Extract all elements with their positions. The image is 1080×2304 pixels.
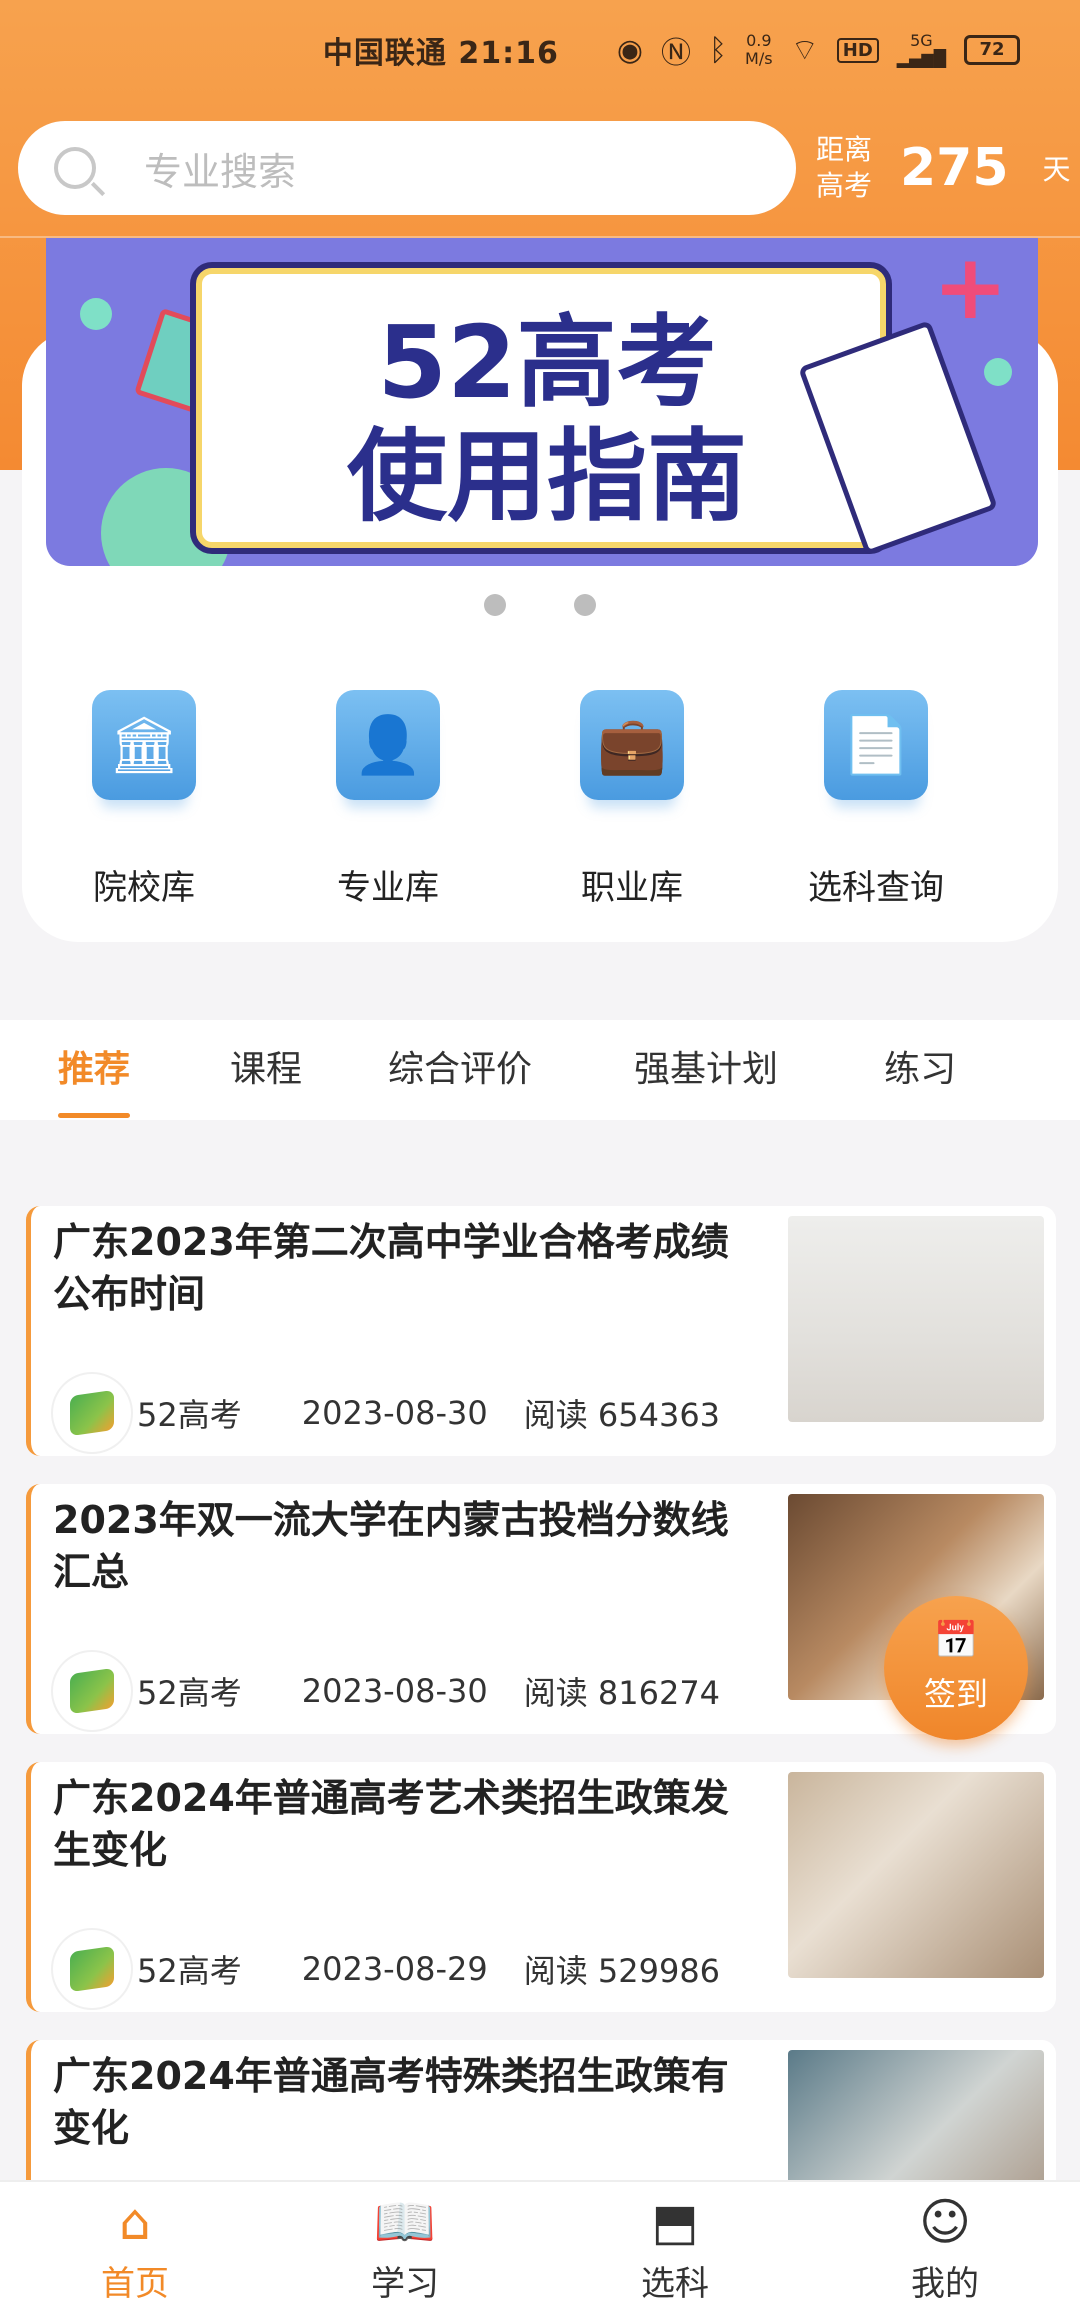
nav-label: 学习 [371,2264,439,2304]
news-card[interactable]: 广东2023年第二次高中学业合格考成绩公布时间 52高考 2023-08-30 … [26,1206,1056,1456]
quick-link-career[interactable]: 💼 职业库 [510,690,754,909]
university-icon: 🏛 [92,690,196,800]
tab-recommend[interactable]: 推荐 [58,1020,131,1120]
signin-label: 签到 [923,1675,988,1713]
news-meta: 52高考 2023-08-29 阅读 529986 [53,1930,720,2008]
news-date: 2023-08-30 [301,1672,488,1710]
news-feed: 广东2023年第二次高中学业合格考成绩公布时间 52高考 2023-08-30 … [26,1206,1056,2304]
pagination-dot[interactable] [484,594,506,616]
news-date: 2023-08-30 [301,1394,488,1432]
news-reads: 阅读 654363 [523,1396,721,1434]
source-avatar [53,1652,131,1730]
hd-badge: HD [836,37,879,63]
eye-icon: ◉ [616,32,644,68]
bottom-nav: ⌂ 首页 📖 学习 ⬒ 选科 ☺ 我的 [0,2180,1080,2304]
decor-dot [80,298,112,330]
carrier-time: 中国联通 21:16 [322,36,559,71]
nav-subject[interactable]: ⬒ 选科 [540,2182,810,2304]
battery-icon: 72 [964,35,1020,65]
news-source: 52高考 [137,1952,242,1990]
news-source: 52高考 [137,1674,242,1712]
signal-icon: 5G ▂▄▆█ [896,31,946,68]
banner-subtitle: 使用指南 [347,418,747,535]
news-meta: 52高考 2023-08-30 阅读 654363 [53,1374,720,1452]
briefcase-icon: 💼 [580,690,684,800]
banner-title: 52高考 [377,304,717,421]
news-title: 广东2024年普通高考艺术类招生政策发生变化 [53,1776,729,1872]
quick-link-major[interactable]: 👤 专业库 [266,690,510,909]
quick-links: 🏛 院校库 👤 专业库 💼 职业库 📄 选科查询 [22,690,1058,909]
category-tabs: 推荐 课程 综合评价 强基计划 练习 [0,1020,1080,1120]
nav-label: 首页 [101,2264,169,2304]
news-meta: 52高考 2023-08-30 阅读 816274 [53,1652,720,1730]
countdown-unit: 天 [1042,153,1071,186]
document-search-icon: 📄 [824,690,928,800]
tab-strong-base[interactable]: 强基计划 [634,1020,778,1120]
news-reads: 阅读 816274 [523,1674,721,1712]
tab-courses[interactable]: 课程 [230,1020,302,1120]
search-icon [54,147,96,189]
quick-link-label: 职业库 [581,868,683,908]
quick-link-label: 院校库 [93,868,195,908]
banner-pagination [0,594,1080,616]
decor-dot [984,358,1012,386]
badge-icon: 👤 [336,690,440,800]
news-source: 52高考 [137,1396,242,1434]
tab-practice[interactable]: 练习 [884,1020,956,1120]
nav-label: 我的 [911,2264,979,2304]
nav-study[interactable]: 📖 学习 [270,2182,540,2304]
tab-comprehensive[interactable]: 综合评价 [388,1020,532,1120]
guide-banner[interactable]: 52高考 使用指南 + [46,238,1038,566]
profile-icon: ☺ [918,2193,972,2251]
news-thumbnail [788,1216,1044,1422]
search-input[interactable]: 专业搜索 [18,121,796,215]
bluetooth-icon: ᛒ [709,32,728,68]
banner-board: 52高考 使用指南 [196,268,886,548]
search-row: 专业搜索 距离高考 275 天 [0,100,1080,236]
network-speed: 0.9 M/s [745,31,773,68]
nfc-icon: Ⓝ [661,36,692,71]
quick-link-label: 选科查询 [808,868,944,908]
signin-button[interactable]: 📅 签到 [884,1596,1028,1740]
wifi-icon: ⌔ [790,33,819,68]
search-placeholder: 专业搜索 [144,149,297,194]
countdown-label: 距离高考 [816,133,873,202]
news-title: 2023年双一流大学在内蒙古投档分数线汇总 [53,1498,729,1594]
home-icon: ⌂ [119,2193,151,2251]
pagination-dot[interactable] [574,594,596,616]
nav-home[interactable]: ⌂ 首页 [0,2182,270,2304]
news-thumbnail [788,1772,1044,1978]
select-icon: ⬒ [651,2193,699,2251]
status-bar: 中国联通 21:16 ◉ Ⓝ ᛒ 0.9 M/s ⌔ HD 5G ▂▄▆█ 72 [0,0,1080,100]
exam-countdown: 距离高考 275 天 [816,132,1071,204]
quick-link-university[interactable]: 🏛 院校库 [22,690,266,909]
news-reads: 阅读 529986 [523,1952,721,1990]
news-card[interactable]: 广东2024年普通高考艺术类招生政策发生变化 52高考 2023-08-29 阅… [26,1762,1056,2012]
source-avatar [53,1374,131,1452]
quick-link-subject[interactable]: 📄 选科查询 [754,690,998,909]
news-date: 2023-08-29 [301,1950,488,1988]
book-icon: 📖 [373,2193,437,2251]
quick-link-label: 专业库 [337,868,439,908]
nav-profile[interactable]: ☺ 我的 [810,2182,1080,2304]
news-title: 广东2023年第二次高中学业合格考成绩公布时间 [53,1220,729,1316]
plus-decor: + [932,238,1008,340]
calendar-check-icon: 📅 [933,1620,979,1661]
countdown-days: 275 [900,138,1009,198]
source-avatar [53,1930,131,2008]
nav-label: 选科 [641,2264,709,2304]
news-title: 广东2024年普通高考特殊类招生政策有变化 [53,2054,729,2150]
